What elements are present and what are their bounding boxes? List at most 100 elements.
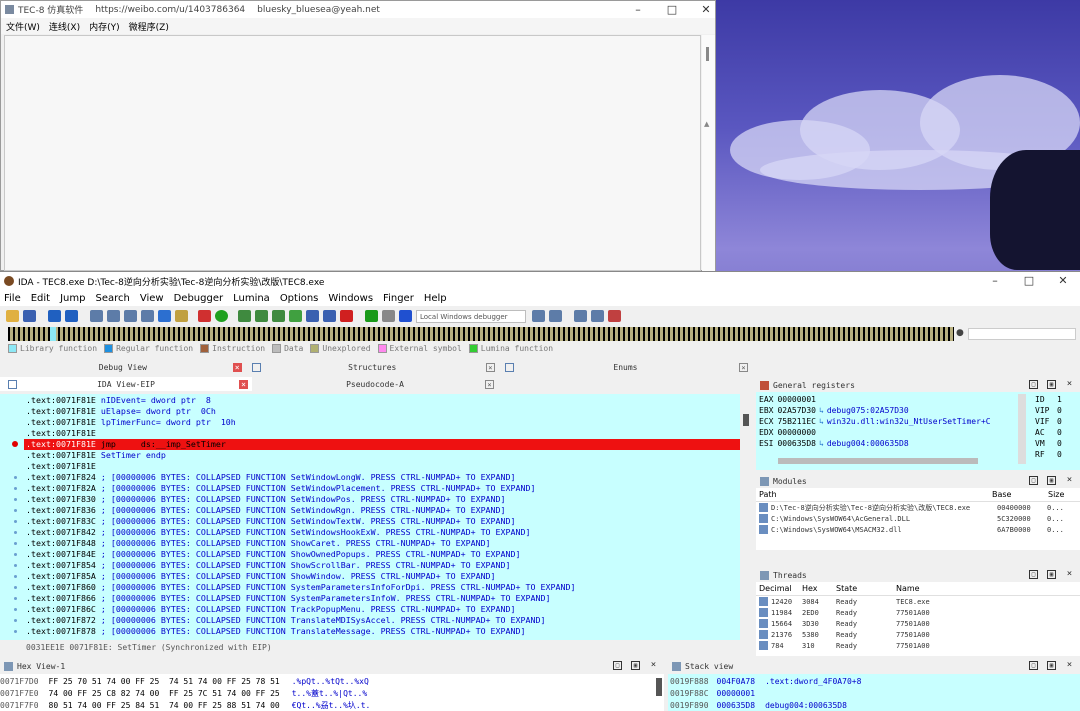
collapsed-marker-icon[interactable] bbox=[14, 498, 17, 501]
disassembly-view[interactable]: .text:0071F81E nIDEvent= dword ptr 8 .tex… bbox=[0, 394, 752, 640]
flag-value[interactable]: 1 bbox=[1057, 395, 1062, 404]
restore-icon[interactable]: □ bbox=[1029, 476, 1038, 485]
restore-icon[interactable]: □ bbox=[1029, 570, 1038, 579]
col-path[interactable]: Path bbox=[756, 490, 992, 499]
collapsed-marker-icon[interactable] bbox=[14, 575, 17, 578]
hex-row[interactable]: 0071F7F0 80 51 74 00 FF 25 84 51 74 00 FF… bbox=[0, 700, 370, 711]
disasm-line[interactable]: .text:0071F81E nIDEvent= dword ptr 8 bbox=[26, 395, 211, 406]
mark-icon[interactable] bbox=[175, 310, 188, 322]
col-size[interactable]: Size bbox=[1048, 490, 1078, 499]
tab-ida-view-eip[interactable]: IDA View-EIP × bbox=[0, 377, 252, 391]
close-icon[interactable]: × bbox=[1065, 380, 1074, 389]
disasm-line[interactable]: .text:0071F830 ; [00000006 BYTES: COLLAP… bbox=[26, 494, 506, 505]
float-icon[interactable]: ▣ bbox=[631, 661, 640, 670]
debugger-select[interactable]: Local Windows debugger bbox=[416, 309, 526, 323]
maximize-icon[interactable]: □ bbox=[1012, 272, 1046, 289]
nav-field[interactable] bbox=[968, 328, 1076, 340]
flag-row[interactable]: VIF 0 bbox=[1032, 416, 1072, 427]
chart-icon[interactable] bbox=[272, 310, 285, 322]
flag-row[interactable]: VM 0 bbox=[1032, 438, 1072, 449]
menu-lumina[interactable]: Lumina bbox=[233, 293, 270, 304]
menu-wiring[interactable]: 连线(X) bbox=[49, 20, 80, 33]
tab-structures[interactable]: Structures × bbox=[246, 360, 499, 374]
collapsed-marker-icon[interactable] bbox=[14, 597, 17, 600]
close-icon[interactable]: × bbox=[1065, 476, 1074, 485]
collapsed-marker-icon[interactable] bbox=[14, 542, 17, 545]
disasm-line[interactable]: .text:0071F836 ; [00000006 BYTES: COLLAP… bbox=[26, 505, 506, 516]
float-icon[interactable]: ▣ bbox=[1047, 661, 1056, 670]
thread-row[interactable]: 784 310 Ready 77501A00 bbox=[756, 640, 1080, 651]
registers-vscroll[interactable] bbox=[1018, 394, 1026, 464]
chart-icon[interactable] bbox=[238, 310, 251, 322]
collapsed-marker-icon[interactable] bbox=[14, 476, 17, 479]
minimize-icon[interactable]: – bbox=[621, 1, 655, 18]
tab-enums[interactable]: Enums × bbox=[499, 360, 752, 374]
collapsed-marker-icon[interactable] bbox=[14, 553, 17, 556]
disasm-line[interactable]: .text:0071F848 ; [00000006 BYTES: COLLAP… bbox=[26, 538, 491, 549]
menu-debugger[interactable]: Debugger bbox=[174, 293, 224, 304]
close-icon[interactable]: ✕ bbox=[689, 1, 723, 18]
collapsed-marker-icon[interactable] bbox=[14, 487, 17, 490]
register-value[interactable]: 75B211EC bbox=[777, 417, 816, 426]
collapsed-marker-icon[interactable] bbox=[14, 630, 17, 633]
paste-icon[interactable] bbox=[107, 310, 120, 322]
back-icon[interactable] bbox=[48, 310, 61, 322]
stack-row[interactable]: 0019F888 004F0A78 .text:dword_4F0A70+8 bbox=[670, 676, 861, 687]
pause-icon[interactable] bbox=[382, 310, 395, 322]
struct-icon[interactable] bbox=[323, 310, 336, 322]
disasm-line[interactable]: .text:0071F81E jmp ds:__imp_SetTimer bbox=[26, 439, 226, 450]
thread-row[interactable]: 15664 3D30 Ready 77501A00 bbox=[756, 618, 1080, 629]
debugger-options-icon[interactable] bbox=[532, 310, 545, 322]
menu-jump[interactable]: Jump bbox=[60, 293, 85, 304]
hex-view[interactable]: 0071F7D0 FF 25 70 51 74 00 FF 25 74 51 74… bbox=[0, 674, 664, 711]
disasm-line[interactable]: .text:0071F872 ; [00000006 BYTES: COLLAP… bbox=[26, 615, 546, 626]
tec8-client-area[interactable] bbox=[4, 35, 701, 271]
module-row[interactable]: D:\Tec-8逆向分析实验\Tec-8逆向分析实验\改版\TEC8.exe 00… bbox=[756, 502, 1080, 513]
breakpoint-icon[interactable] bbox=[12, 441, 18, 447]
disasm-line[interactable]: .text:0071F860 ; [00000006 BYTES: COLLAP… bbox=[26, 582, 575, 593]
flag-row[interactable]: VIP 0 bbox=[1032, 405, 1072, 416]
menu-memory[interactable]: 内存(Y) bbox=[89, 20, 120, 33]
close-icon[interactable]: × bbox=[739, 363, 749, 372]
float-icon[interactable]: ▣ bbox=[1047, 380, 1056, 389]
attach-icon[interactable] bbox=[549, 310, 562, 322]
stack-row[interactable]: 0019F890 000635D8 debug004:000635D8 bbox=[670, 700, 847, 711]
close-icon[interactable]: × bbox=[485, 380, 494, 389]
menu-file[interactable]: File bbox=[4, 293, 21, 304]
scroll-up-arrow-icon[interactable]: ▲ bbox=[704, 120, 709, 128]
flag-row[interactable]: RF 0 bbox=[1032, 449, 1072, 460]
save-icon[interactable] bbox=[23, 310, 36, 322]
hex-row[interactable]: 0071F7E0 74 00 FF 25 C8 82 74 00 FF 25 7C… bbox=[0, 688, 367, 699]
register-row[interactable]: EBX 02A57D30 ↳ debug075:02A57D30 bbox=[756, 405, 1018, 416]
col-name[interactable]: Name bbox=[896, 584, 1016, 593]
chart-icon[interactable] bbox=[255, 310, 268, 322]
disasm-line[interactable]: .text:0071F854 ; [00000006 BYTES: COLLAP… bbox=[26, 560, 511, 571]
step-into-icon[interactable] bbox=[574, 310, 587, 322]
tec8-scrollbar[interactable]: ▲ bbox=[702, 35, 715, 271]
flag-value[interactable]: 0 bbox=[1057, 450, 1062, 459]
collapsed-marker-icon[interactable] bbox=[14, 509, 17, 512]
collapsed-marker-icon[interactable] bbox=[14, 564, 17, 567]
close-icon[interactable]: × bbox=[1065, 570, 1074, 579]
forward-icon[interactable] bbox=[65, 310, 78, 322]
menu-microprogram[interactable]: 微程序(Z) bbox=[129, 20, 169, 33]
thread-row[interactable]: 12420 3084 Ready TEC8.exe bbox=[756, 596, 1080, 607]
restore-icon[interactable]: □ bbox=[613, 661, 622, 670]
disasm-scrollbar[interactable] bbox=[740, 394, 752, 640]
scrollbar-thumb[interactable] bbox=[743, 414, 749, 426]
col-hex[interactable]: Hex bbox=[802, 584, 836, 593]
register-row[interactable]: ESI 000635D8 ↳ debug004:000635D8 bbox=[756, 438, 1018, 449]
menu-windows[interactable]: Windows bbox=[328, 293, 373, 304]
minimize-icon[interactable]: – bbox=[978, 272, 1012, 289]
function-icon[interactable] bbox=[306, 310, 319, 322]
flag-value[interactable]: 0 bbox=[1057, 439, 1062, 448]
disasm-line[interactable]: .text:0071F866 ; [00000006 BYTES: COLLAP… bbox=[26, 593, 551, 604]
plugin-icon[interactable] bbox=[289, 310, 302, 322]
float-icon[interactable]: ▣ bbox=[1047, 476, 1056, 485]
disasm-line[interactable]: .text:0071F824 ; [00000006 BYTES: COLLAP… bbox=[26, 472, 516, 483]
breakpoint-icon[interactable] bbox=[608, 310, 621, 322]
restore-icon[interactable]: □ bbox=[1029, 380, 1038, 389]
maximize-icon[interactable]: □ bbox=[655, 1, 689, 18]
disasm-line[interactable]: .text:0071F86C ; [00000006 BYTES: COLLAP… bbox=[26, 604, 516, 615]
scrollbar-thumb[interactable] bbox=[706, 47, 709, 61]
